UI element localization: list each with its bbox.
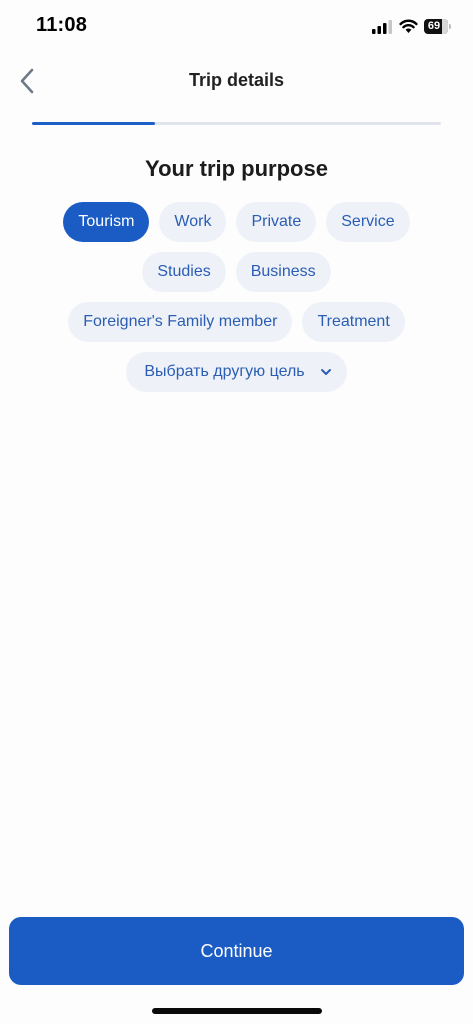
- purpose-chip-family-member[interactable]: Foreigner's Family member: [68, 302, 293, 342]
- continue-button[interactable]: Continue: [9, 917, 464, 985]
- battery-icon: 69: [424, 19, 451, 34]
- purpose-chip-studies[interactable]: Studies: [142, 252, 226, 292]
- other-purpose-dropdown[interactable]: Выбрать другую цель: [126, 352, 347, 392]
- chevron-down-icon: [320, 369, 331, 375]
- page-title: Trip details: [188, 70, 285, 90]
- status-time: 11:08: [36, 14, 88, 36]
- signal-icon: [372, 20, 392, 34]
- battery-tip: [449, 24, 451, 29]
- chip-row: Studies Business: [0, 252, 473, 292]
- section-title: Your trip purpose: [145, 156, 328, 181]
- battery-body: 69: [424, 19, 448, 34]
- chip-row: Foreigner's Family member Treatment: [0, 302, 473, 342]
- purpose-chip-tourism[interactable]: Tourism: [63, 202, 150, 242]
- purpose-chip-work[interactable]: Work: [159, 202, 227, 242]
- nav-header: Trip details: [0, 58, 473, 104]
- progress-bar: [32, 122, 441, 125]
- purpose-chip-private[interactable]: Private: [236, 202, 317, 242]
- status-bar: 11:08 69: [0, 0, 473, 58]
- chip-row: Выбрать другую цель: [0, 352, 473, 392]
- other-purpose-label: Выбрать другую цель: [144, 363, 305, 380]
- wifi-icon: [399, 19, 418, 33]
- battery-level: 69: [427, 20, 441, 32]
- trip-purpose-options: Tourism Work Private Service Studies Bus…: [0, 202, 473, 402]
- progress-bar-fill: [32, 122, 155, 125]
- purpose-chip-business[interactable]: Business: [235, 252, 331, 292]
- purpose-chip-service[interactable]: Service: [326, 202, 410, 242]
- chip-row: Tourism Work Private Service: [0, 202, 473, 242]
- purpose-chip-treatment[interactable]: Treatment: [302, 302, 405, 342]
- home-indicator: [152, 1008, 322, 1014]
